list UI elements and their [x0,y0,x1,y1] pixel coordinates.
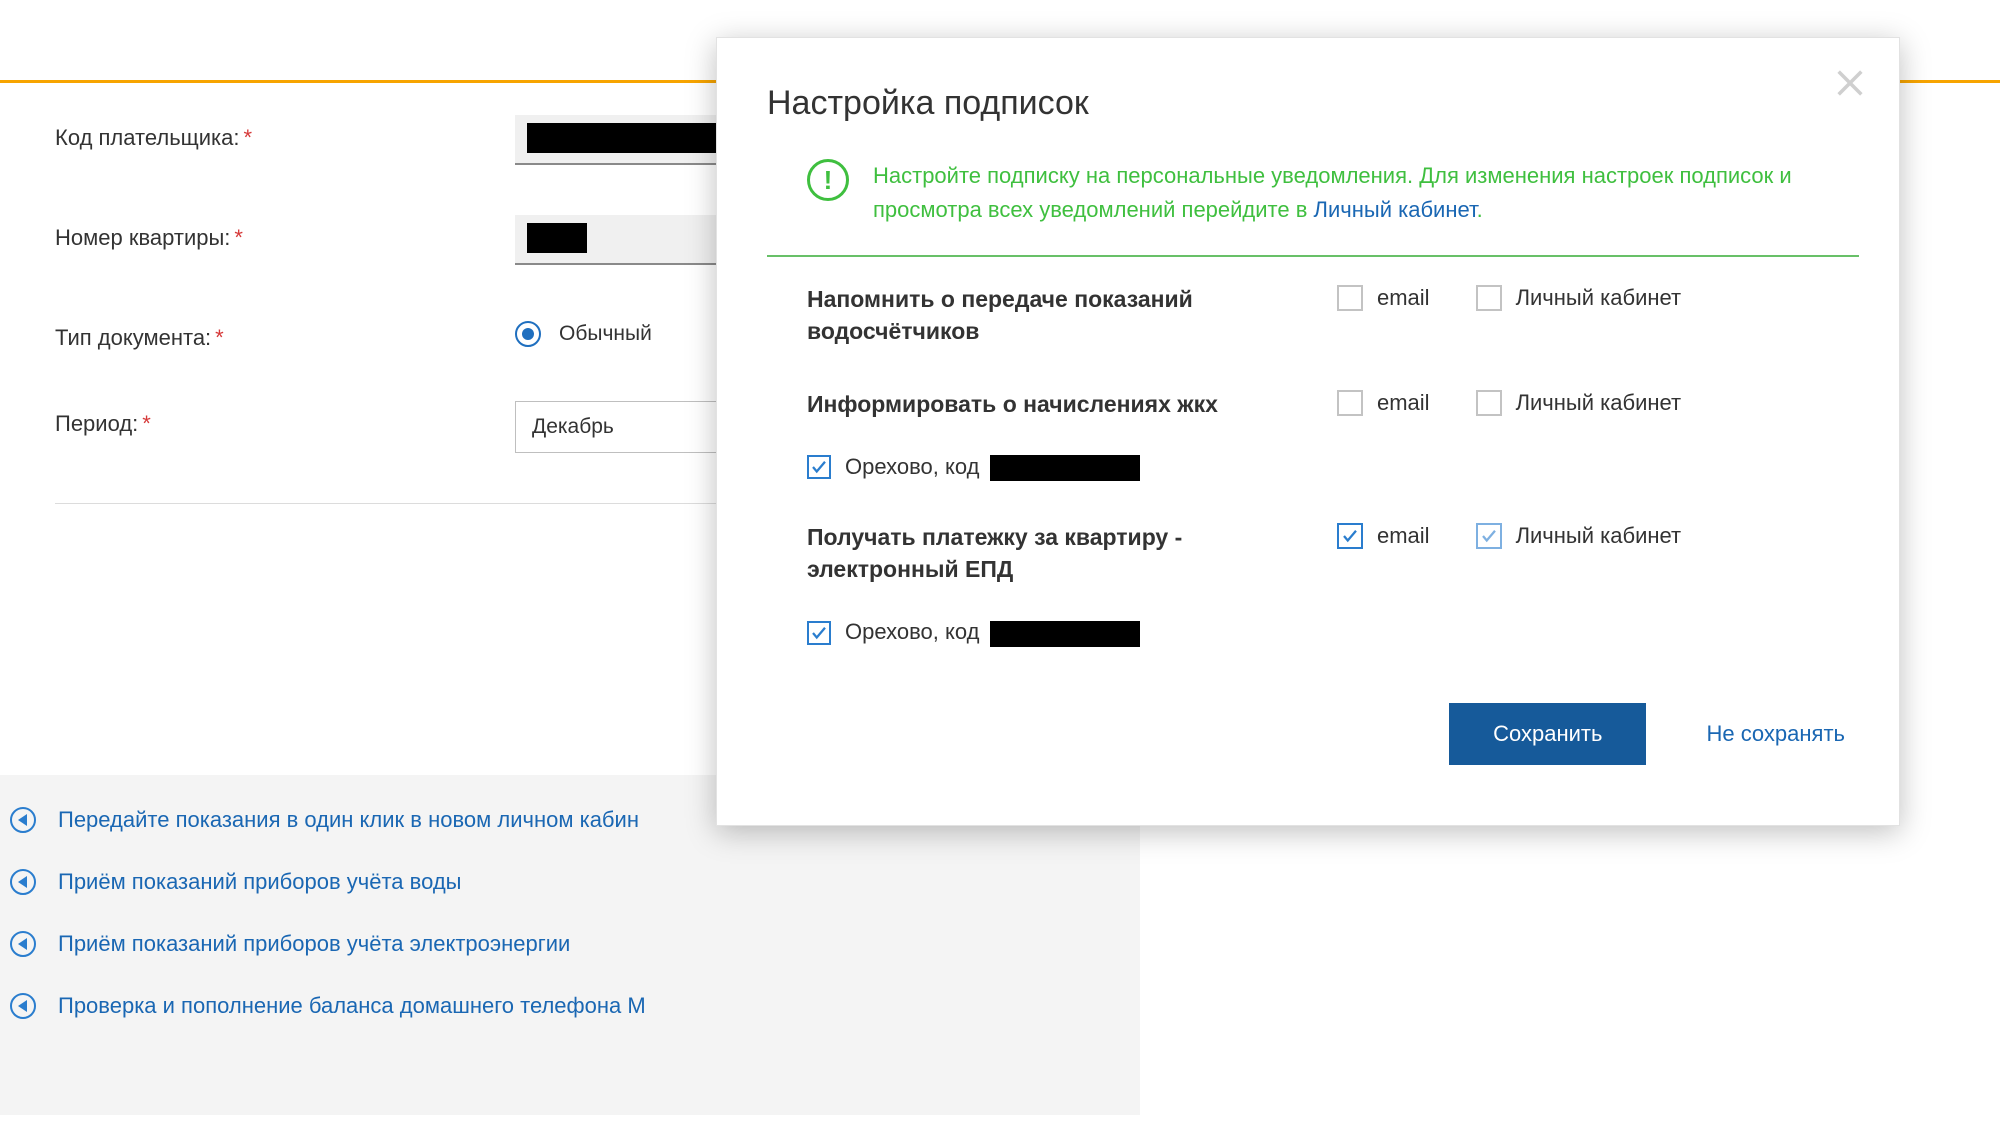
required-asterisk: * [142,411,151,436]
arrow-left-icon [10,869,36,895]
cancel-button[interactable]: Не сохранять [1706,721,1845,747]
subscription-title: Информировать о начислениях жкх [807,388,1337,420]
redacted-value [990,621,1140,647]
info-icon: ! [807,159,849,201]
period-select-value: Декабрь [532,415,614,439]
arrow-left-icon [10,931,36,957]
subscription-title: Получать платежку за квартиру - электрон… [807,521,1337,585]
email-checkbox-label: email [1377,390,1430,416]
redacted-value [527,123,737,153]
close-icon[interactable] [1833,66,1867,100]
redacted-value [527,223,587,253]
arrow-left-icon [10,807,36,833]
modal-title: Настройка подписок [767,84,1859,123]
related-links-band: Передайте показания в один клик в новом … [0,775,1140,1115]
period-label: Период:* [55,401,515,437]
subscription-row: Получать платежку за квартиру - электрон… [767,515,1859,681]
doc-type-radio[interactable] [515,321,541,347]
email-checkbox-label: email [1377,285,1430,311]
email-checkbox-label: email [1377,523,1430,549]
lk-checkbox-label: Личный кабинет [1516,285,1682,311]
arrow-left-icon [10,993,36,1019]
address-checkbox[interactable] [807,455,831,479]
lk-checkbox[interactable] [1476,390,1502,416]
save-button[interactable]: Сохранить [1449,703,1646,765]
related-link[interactable]: Приём показаний приборов учёта воды [58,869,461,895]
redacted-value [990,455,1140,481]
address-item-label: Орехово, код [845,619,1140,646]
subscription-title: Напомнить о передаче показаний водосчётч… [807,283,1337,347]
email-checkbox[interactable] [1337,523,1363,549]
subscription-row: Напомнить о передаче показаний водосчётч… [767,277,1859,381]
payer-code-label: Код плательщика:* [55,115,515,151]
personal-cabinet-link[interactable]: Личный кабинет [1314,197,1477,222]
required-asterisk: * [234,225,243,250]
related-link[interactable]: Проверка и пополнение баланса домашнего … [58,993,646,1019]
doc-type-label: Тип документа:* [55,315,515,351]
related-link[interactable]: Приём показаний приборов учёта электроэн… [58,931,570,957]
apartment-label: Номер квартиры:* [55,215,515,251]
required-asterisk: * [215,325,224,350]
alert-text: Настройте подписку на персональные уведо… [873,159,1859,227]
lk-checkbox-label: Личный кабинет [1516,390,1682,416]
lk-checkbox[interactable] [1476,285,1502,311]
lk-checkbox [1476,523,1502,549]
subscription-row: Информировать о начислениях жкх email Ли… [767,382,1859,515]
address-item-label: Орехово, код [845,454,1140,481]
required-asterisk: * [244,125,253,150]
subscription-settings-modal: Настройка подписок ! Настройте подписку … [716,37,1900,826]
lk-checkbox-label: Личный кабинет [1516,523,1682,549]
form-divider [55,503,755,504]
doc-type-radio-label: Обычный [559,322,652,346]
email-checkbox[interactable] [1337,285,1363,311]
info-alert: ! Настройте подписку на персональные уве… [767,159,1859,255]
related-link[interactable]: Передайте показания в один клик в новом … [58,807,639,833]
email-checkbox[interactable] [1337,390,1363,416]
alert-divider [767,255,1859,257]
address-checkbox[interactable] [807,621,831,645]
